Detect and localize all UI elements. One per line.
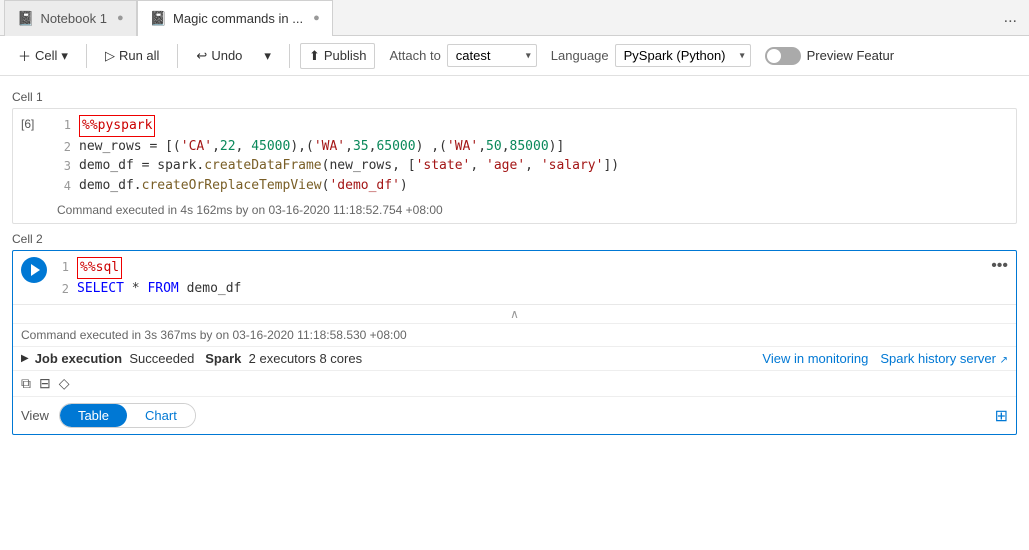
- preview-label: Preview Featur: [807, 48, 894, 63]
- filter-icon[interactable]: ⊟: [39, 375, 51, 392]
- spark-history-link[interactable]: Spark history server ↗: [880, 351, 1008, 366]
- job-execution-text: Job execution Succeeded Spark 2 executor…: [35, 351, 362, 366]
- attach-wrapper: catest ▾: [447, 44, 537, 67]
- job-bar: ▶ Job execution Succeeded Spark 2 execut…: [13, 346, 1016, 370]
- cell1-linenum-1: 1: [57, 115, 71, 137]
- cell1-magic-cmd: %%pyspark: [79, 115, 155, 137]
- cell1-line3: 3 demo_df = spark.createDataFrame(new_ro…: [57, 156, 1008, 176]
- external-link-icon: ↗: [1000, 355, 1008, 366]
- cell1-linenum-4: 4: [57, 176, 71, 196]
- magic-notebook-icon: 📓: [150, 10, 167, 27]
- undo-chevron-icon: ▾: [264, 48, 271, 64]
- view-label: View: [21, 408, 49, 423]
- run-triangle-icon: [31, 264, 40, 276]
- cell1-line2: 2 new_rows = [('CA',22, 45000),('WA',35,…: [57, 137, 1008, 157]
- job-result: Succeeded: [129, 351, 194, 366]
- preview-toggle-wrapper: Preview Featur: [765, 47, 894, 65]
- undo-label: Undo: [211, 48, 242, 63]
- tab-notebook1-close[interactable]: ●: [117, 12, 124, 24]
- toolbar-divider-2: [177, 44, 178, 68]
- cell-chevron-icon: ▾: [61, 48, 68, 64]
- language-select[interactable]: PySpark (Python): [615, 44, 751, 67]
- cell2-linenum-1: 1: [55, 257, 69, 279]
- cell2-line2: 2 SELECT * FROM demo_df: [55, 279, 983, 299]
- cell2-header: 1 %%sql 2 SELECT * FROM demo_df •••: [13, 251, 1016, 304]
- collapse-chevron-icon: ∧: [510, 307, 519, 321]
- tab-more-button[interactable]: ...: [996, 9, 1025, 27]
- undo-icon: ↩: [196, 48, 207, 64]
- spark-history-label: Spark history server: [880, 351, 996, 366]
- eraser-icon[interactable]: ◇: [59, 375, 70, 392]
- attach-select[interactable]: catest: [447, 44, 537, 67]
- cell1-header: [6] 1 %%pyspark 2 new_rows = [('CA',22, …: [13, 109, 1016, 201]
- toggle-knob: [767, 49, 781, 63]
- cell1-container: [6] 1 %%pyspark 2 new_rows = [('CA',22, …: [12, 108, 1017, 224]
- view-bar: View Table Chart ⊞: [13, 396, 1016, 434]
- cell1-code: 1 %%pyspark 2 new_rows = [('CA',22, 4500…: [57, 115, 1008, 195]
- cell1-linenum-2: 2: [57, 137, 71, 157]
- cell2-status: Command executed in 3s 367ms by on 03-16…: [13, 323, 1016, 346]
- view-tabs: Table Chart: [59, 403, 196, 428]
- cell2-magic-cmd: %%sql: [77, 257, 122, 279]
- lang-wrapper: PySpark (Python) ▾: [615, 44, 751, 67]
- cell1-label: Cell 1: [12, 90, 1017, 104]
- tab-magic-close[interactable]: ●: [313, 12, 320, 24]
- action-bar: ⧉ ⊟ ◇: [13, 370, 1016, 396]
- language-label: Language: [551, 48, 609, 63]
- tab-magic-label: Magic commands in ...: [173, 11, 303, 26]
- main-content: Cell 1 [6] 1 %%pyspark 2 new_rows = [('C…: [0, 76, 1029, 550]
- add-cell-button[interactable]: ＋ Cell ▾: [10, 42, 76, 69]
- cell2-code: 1 %%sql 2 SELECT * FROM demo_df: [55, 257, 983, 298]
- cell2-line2-code: SELECT * FROM demo_df: [77, 279, 241, 299]
- copy-icon[interactable]: ⧉: [21, 375, 31, 392]
- run-all-icon: ▷: [105, 48, 115, 64]
- job-executors: 2 executors 8 cores: [249, 351, 362, 366]
- tab-magic[interactable]: 📓 Magic commands in ... ●: [137, 0, 333, 36]
- cell2-more-button[interactable]: •••: [991, 257, 1008, 275]
- cell1-status: Command executed in 4s 162ms by on 03-16…: [13, 201, 1016, 223]
- cell2-collapse-button[interactable]: ∧: [13, 304, 1016, 323]
- cell-label: Cell: [35, 48, 57, 63]
- view-table-tab[interactable]: Table: [60, 404, 127, 427]
- run-all-button[interactable]: ▷ Run all: [97, 44, 167, 68]
- toolbar-divider-3: [289, 44, 290, 68]
- job-play-icon: ▶: [21, 353, 29, 364]
- preview-toggle[interactable]: [765, 47, 801, 65]
- cell1-line1: 1 %%pyspark: [57, 115, 1008, 137]
- cell1-line4: 4 demo_df.createOrReplaceTempView('demo_…: [57, 176, 1008, 196]
- cell1-linenum-3: 3: [57, 156, 71, 176]
- tab-notebook1[interactable]: 📓 Notebook 1 ●: [4, 0, 137, 36]
- tab-bar: 📓 Notebook 1 ● 📓 Magic commands in ... ●…: [0, 0, 1029, 36]
- publish-label: Publish: [324, 48, 367, 63]
- cell2-line1: 1 %%sql: [55, 257, 983, 279]
- cell2-linenum-2: 2: [55, 279, 69, 299]
- undo-dropdown-button[interactable]: ▾: [256, 44, 279, 68]
- cell1-line2-code: new_rows = [('CA',22, 45000),('WA',35,65…: [79, 137, 564, 157]
- toolbar-divider-1: [86, 44, 87, 68]
- job-execution-label: Job execution: [35, 351, 122, 366]
- plus-icon: ＋: [18, 46, 31, 65]
- view-chart-tab[interactable]: Chart: [127, 404, 195, 427]
- expand-view-icon[interactable]: ⊞: [995, 406, 1008, 426]
- cell1-exec-num: [6]: [21, 117, 49, 131]
- cell2-label: Cell 2: [12, 232, 1017, 246]
- undo-button[interactable]: ↩ Undo: [188, 44, 250, 68]
- tab-notebook1-label: Notebook 1: [40, 11, 107, 26]
- job-spark: Spark: [205, 351, 241, 366]
- publish-button[interactable]: ⬆ Publish: [300, 43, 376, 69]
- job-links: View in monitoring Spark history server …: [762, 351, 1008, 366]
- cell2-container: 1 %%sql 2 SELECT * FROM demo_df ••• ∧ Co…: [12, 250, 1017, 435]
- cell1-line4-code: demo_df.createOrReplaceTempView('demo_df…: [79, 176, 408, 196]
- view-monitoring-link[interactable]: View in monitoring: [762, 351, 868, 366]
- attach-to-label: Attach to: [389, 48, 440, 63]
- cell1-line3-code: demo_df = spark.createDataFrame(new_rows…: [79, 156, 619, 176]
- publish-icon: ⬆: [309, 48, 320, 64]
- run-cell2-button[interactable]: [21, 257, 47, 283]
- notebook-icon: 📓: [17, 10, 34, 27]
- toolbar: ＋ Cell ▾ ▷ Run all ↩ Undo ▾ ⬆ Publish At…: [0, 36, 1029, 76]
- run-all-label: Run all: [119, 48, 159, 63]
